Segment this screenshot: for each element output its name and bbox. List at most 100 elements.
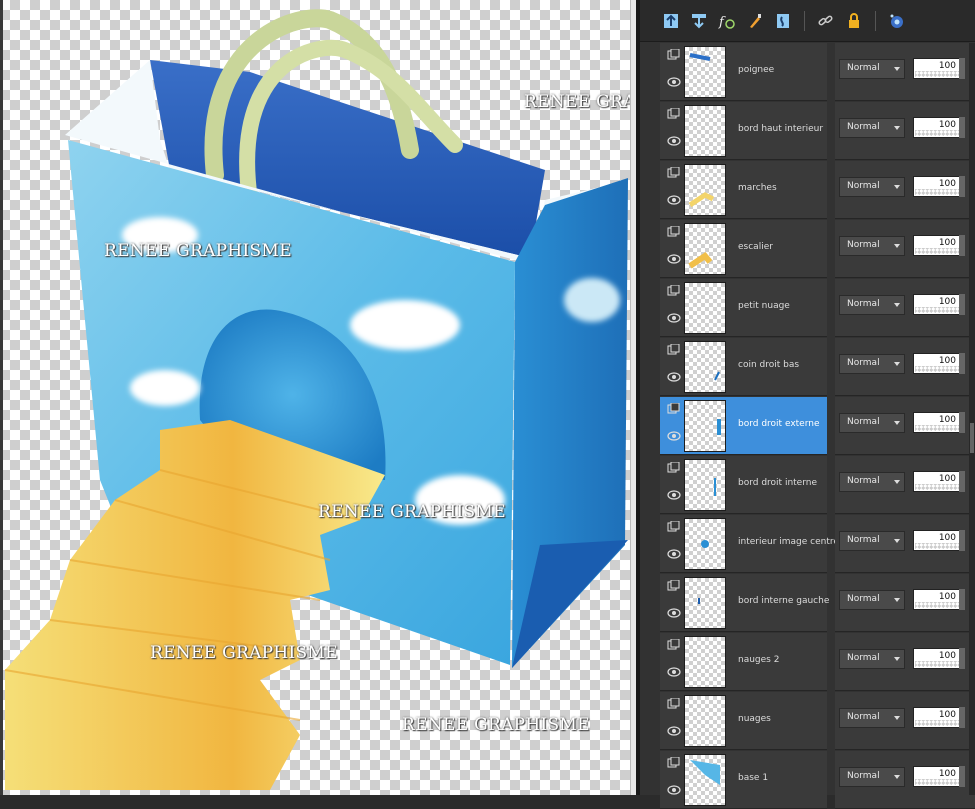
opacity-slider-track[interactable]	[915, 307, 959, 313]
opacity-field[interactable]: 100	[913, 176, 961, 197]
layer-name[interactable]: bord droit externe	[738, 419, 820, 429]
layer-name[interactable]: interieur image centre	[738, 537, 839, 547]
layer-row-main[interactable]: interieur image centre	[660, 515, 839, 573]
layer-row-3[interactable]: escalier Normal 100	[660, 220, 975, 278]
layer-group-icon[interactable]	[667, 226, 681, 238]
layer-row-main[interactable]: coin droit bas	[660, 338, 827, 396]
eye-icon[interactable]	[667, 666, 681, 678]
opacity-slider-track[interactable]	[915, 130, 959, 136]
layer-thumbnail[interactable]	[684, 341, 726, 393]
opacity-field[interactable]: 100	[913, 58, 961, 79]
layer-group-icon[interactable]	[667, 698, 681, 710]
layer-thumbnail[interactable]	[684, 695, 726, 747]
layer-group-icon[interactable]	[667, 580, 681, 592]
link-icon[interactable]	[815, 10, 837, 32]
layer-row-6[interactable]: bord droit externe Normal 100	[660, 397, 975, 455]
layer-name[interactable]: base 1	[738, 773, 768, 783]
new-vector-layer-icon[interactable]	[688, 10, 710, 32]
eye-icon[interactable]	[667, 548, 681, 560]
layer-thumbnail[interactable]	[684, 223, 726, 275]
opacity-slider-handle[interactable]	[959, 530, 965, 551]
mask-icon[interactable]	[772, 10, 794, 32]
eye-icon[interactable]	[667, 371, 681, 383]
visibility-toggle-icon[interactable]	[886, 10, 908, 32]
layer-thumbnail[interactable]	[684, 636, 726, 688]
layer-fx-icon[interactable]: f	[716, 10, 738, 32]
layer-row-2[interactable]: marches Normal 100	[660, 161, 975, 219]
layer-name[interactable]: nauges 2	[738, 655, 779, 665]
eye-icon[interactable]	[667, 725, 681, 737]
layer-group-icon[interactable]	[667, 639, 681, 651]
blend-mode-dropdown[interactable]: Normal	[839, 413, 905, 433]
layer-row-main[interactable]: nauges 2	[660, 633, 827, 691]
blend-mode-dropdown[interactable]: Normal	[839, 236, 905, 256]
layer-row-1[interactable]: bord haut interieur Normal 100	[660, 102, 975, 160]
layer-thumbnail[interactable]	[684, 46, 726, 98]
layer-row-main[interactable]: escalier	[660, 220, 827, 278]
blend-mode-dropdown[interactable]: Normal	[839, 295, 905, 315]
layer-row-9[interactable]: bord interne gauche Normal 100	[660, 574, 975, 632]
opacity-field[interactable]: 100	[913, 353, 961, 374]
eye-icon[interactable]	[667, 135, 681, 147]
layer-row-4[interactable]: petit nuage Normal 100	[660, 279, 975, 337]
blend-mode-dropdown[interactable]: Normal	[839, 708, 905, 728]
eye-icon[interactable]	[667, 784, 681, 796]
blend-mode-dropdown[interactable]: Normal	[839, 531, 905, 551]
layer-thumbnail[interactable]	[684, 459, 726, 511]
opacity-slider-handle[interactable]	[959, 58, 965, 79]
layer-row-main[interactable]: nuages	[660, 692, 827, 750]
opacity-field[interactable]: 100	[913, 707, 961, 728]
layer-row-12[interactable]: base 1 Normal 100	[660, 751, 975, 809]
opacity-slider-handle[interactable]	[959, 235, 965, 256]
opacity-slider-track[interactable]	[915, 71, 959, 77]
layers-scrollbar[interactable]	[969, 43, 975, 795]
opacity-slider-handle[interactable]	[959, 589, 965, 610]
brush-icon[interactable]	[744, 10, 766, 32]
layer-row-5[interactable]: coin droit bas Normal 100	[660, 338, 975, 396]
opacity-field[interactable]: 100	[913, 530, 961, 551]
blend-mode-dropdown[interactable]: Normal	[839, 59, 905, 79]
opacity-slider-handle[interactable]	[959, 353, 965, 374]
layer-name[interactable]: escalier	[738, 242, 773, 252]
layer-row-11[interactable]: nuages Normal 100	[660, 692, 975, 750]
layer-thumbnail[interactable]	[684, 577, 726, 629]
layer-group-icon[interactable]	[667, 49, 681, 61]
opacity-slider-handle[interactable]	[959, 412, 965, 433]
layer-row-main[interactable]: bord droit interne	[660, 456, 827, 514]
layer-group-icon[interactable]	[667, 108, 681, 120]
eye-icon[interactable]	[667, 430, 681, 442]
layer-thumbnail[interactable]	[684, 518, 726, 570]
opacity-slider-track[interactable]	[915, 543, 959, 549]
layer-row-7[interactable]: bord droit interne Normal 100	[660, 456, 975, 514]
image-canvas[interactable]: RENEE GRAPHISME RENEE GRAPHISME RENEE GR…	[0, 0, 636, 795]
opacity-field[interactable]: 100	[913, 648, 961, 669]
opacity-slider-track[interactable]	[915, 779, 959, 785]
opacity-slider-track[interactable]	[915, 720, 959, 726]
opacity-slider-track[interactable]	[915, 484, 959, 490]
opacity-field[interactable]: 100	[913, 766, 961, 787]
layer-row-main[interactable]: bord droit externe	[660, 397, 827, 455]
layer-row-10[interactable]: nauges 2 Normal 100	[660, 633, 975, 691]
layer-row-main[interactable]: bord interne gauche	[660, 574, 829, 632]
opacity-field[interactable]: 100	[913, 412, 961, 433]
opacity-slider-track[interactable]	[915, 602, 959, 608]
layer-name[interactable]: marches	[738, 183, 777, 193]
opacity-slider-handle[interactable]	[959, 176, 965, 197]
opacity-field[interactable]: 100	[913, 589, 961, 610]
opacity-slider-track[interactable]	[915, 248, 959, 254]
opacity-field[interactable]: 100	[913, 235, 961, 256]
eye-icon[interactable]	[667, 76, 681, 88]
layer-thumbnail[interactable]	[684, 164, 726, 216]
eye-icon[interactable]	[667, 312, 681, 324]
layers-scrollbar-thumb[interactable]	[970, 423, 974, 453]
opacity-slider-handle[interactable]	[959, 294, 965, 315]
layer-thumbnail[interactable]	[684, 400, 726, 452]
blend-mode-dropdown[interactable]: Normal	[839, 177, 905, 197]
layer-row-main[interactable]: poignee	[660, 43, 827, 101]
layer-row-0[interactable]: poignee Normal 100	[660, 43, 975, 101]
opacity-slider-handle[interactable]	[959, 471, 965, 492]
layer-group-icon[interactable]	[667, 285, 681, 297]
blend-mode-dropdown[interactable]: Normal	[839, 472, 905, 492]
blend-mode-dropdown[interactable]: Normal	[839, 767, 905, 787]
blend-mode-dropdown[interactable]: Normal	[839, 118, 905, 138]
